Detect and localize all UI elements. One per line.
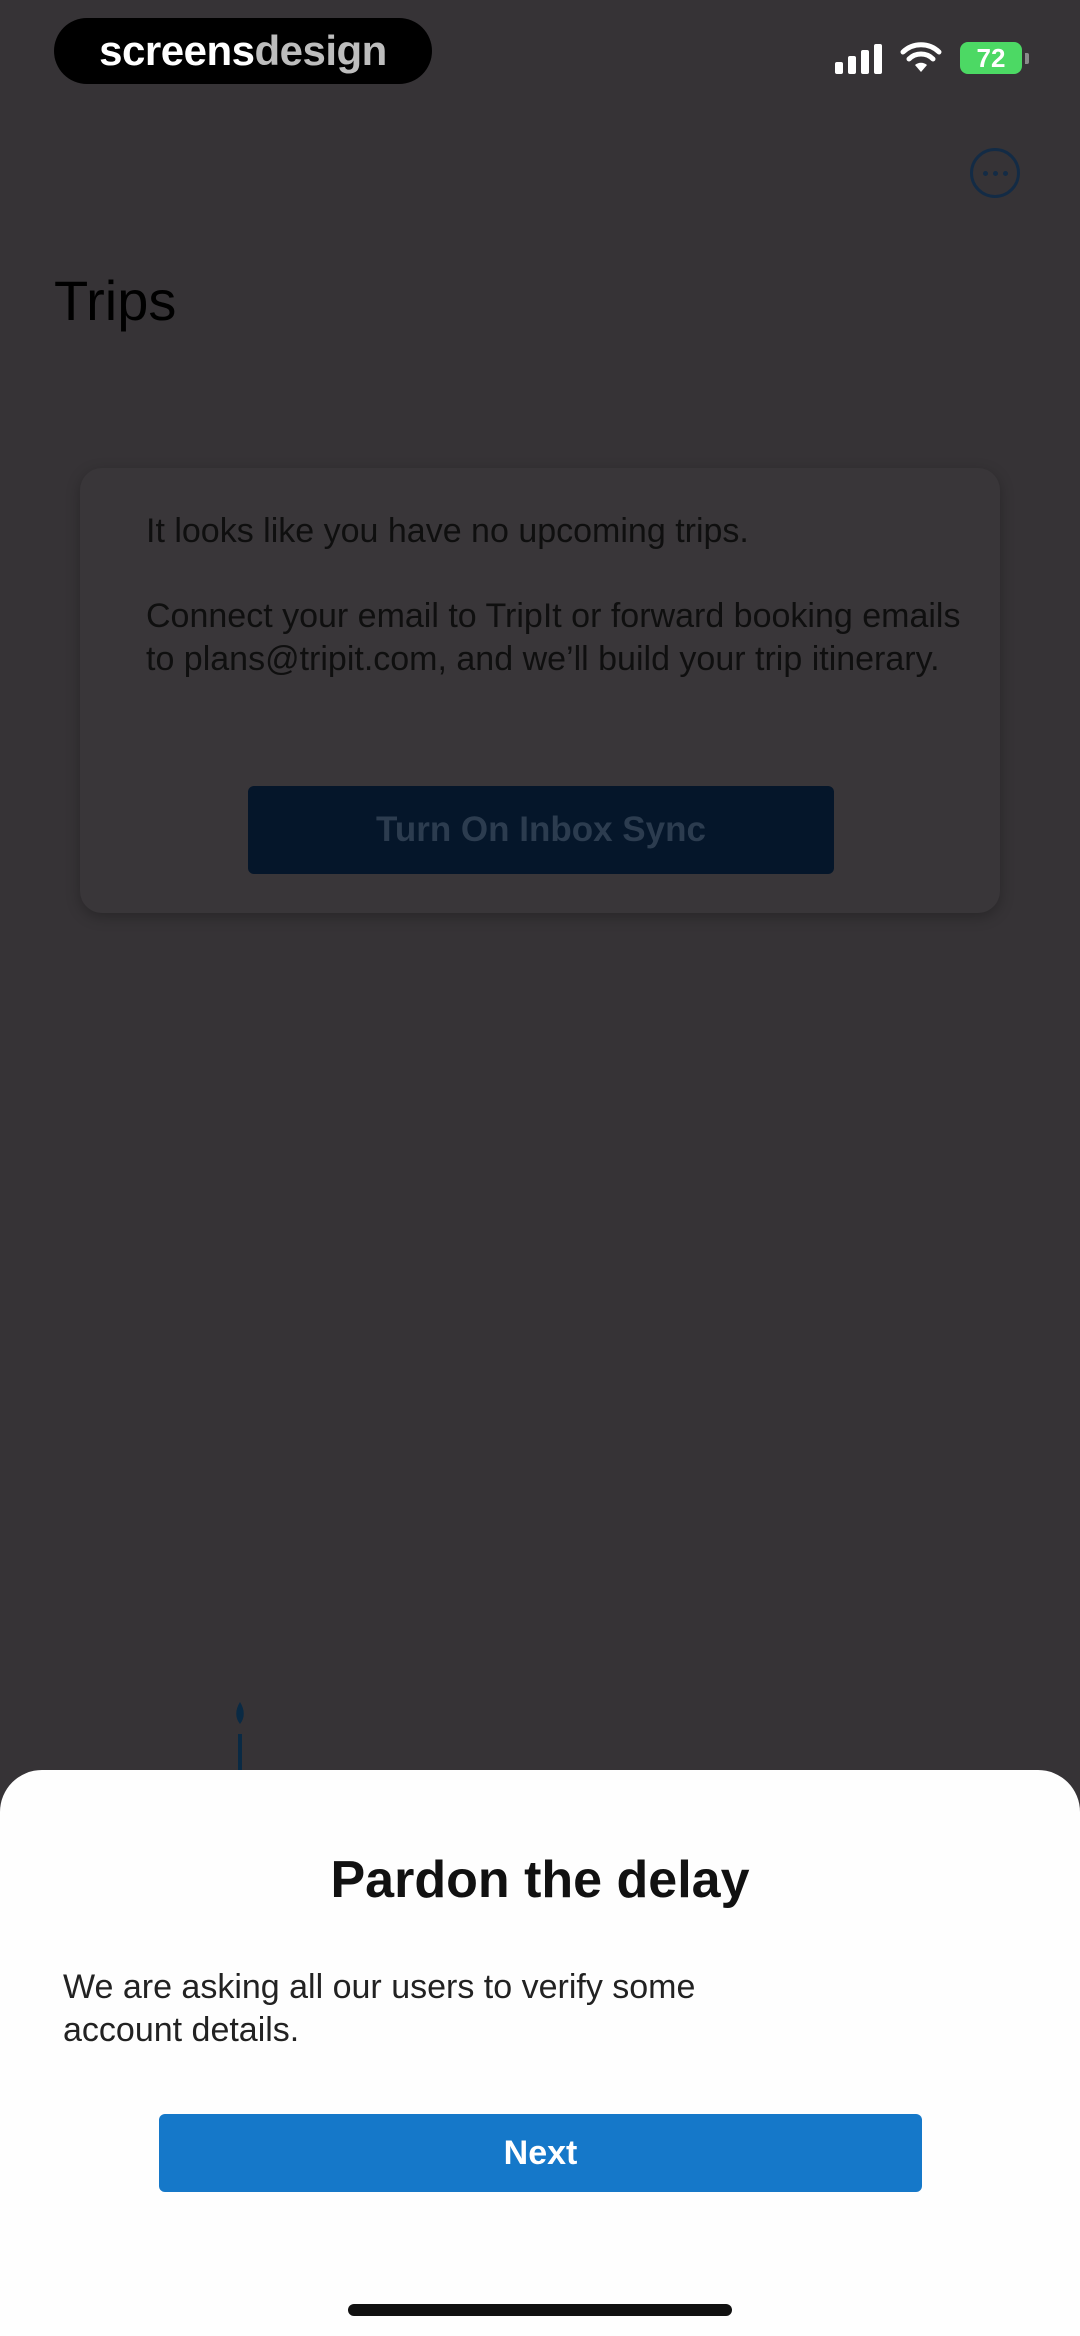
ellipsis-circle-icon [982,170,988,176]
no-trips-card: It looks like you have no upcoming trips… [80,468,1000,913]
battery-icon: 72 [960,42,1029,74]
battery-level: 72 [976,42,1006,73]
home-indicator[interactable] [348,2304,732,2316]
cellular-signal-icon [835,42,882,74]
brand-part-2: design [254,27,387,74]
connect-email-message: Connect your email to TripIt or forward … [146,597,961,678]
wifi-icon [900,42,942,72]
turn-on-inbox-sync-button[interactable]: Turn On Inbox Sync [248,786,834,874]
next-button[interactable]: Next [159,2114,922,2192]
brand-watermark: screens design [54,18,432,84]
pin-icon [236,1702,244,1770]
sheet-message: We are asking all our users to verify so… [63,1968,696,2049]
sheet-title: Pardon the delay [330,1851,750,1909]
status-bar-right: 72 [835,38,1029,78]
brand-part-1: screens [99,27,255,74]
no-trips-message: It looks like you have no upcoming trips… [146,512,749,550]
screen: screens design 72 Trips It looks like you… [0,0,1080,2336]
page-title: Trips [54,269,177,332]
bottom-sheet: Pardon the delay We are asking all our u… [0,1770,1080,2336]
more-options-button[interactable] [970,148,1020,198]
